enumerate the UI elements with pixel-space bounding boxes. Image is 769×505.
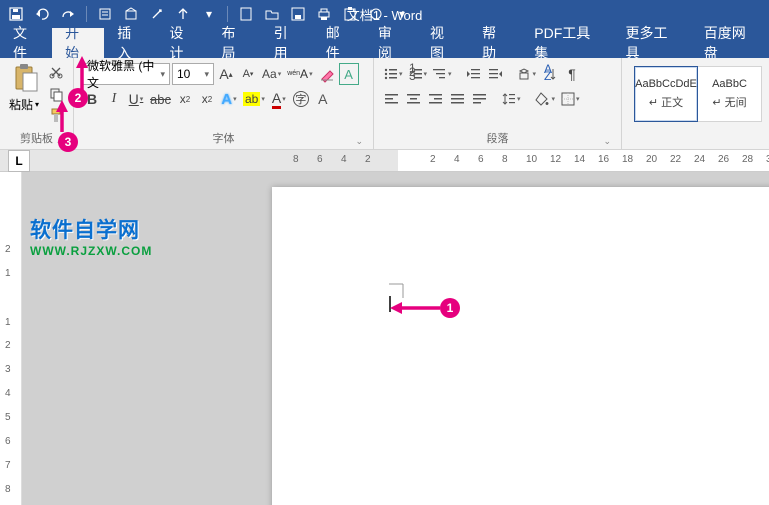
qat-icon-1[interactable] bbox=[95, 4, 115, 24]
workspace: 2112345678 软件自学网 WWW.RJZXW.COM 1 bbox=[0, 172, 769, 505]
style-preview: AaBbCcDdE bbox=[635, 78, 697, 90]
style-normal[interactable]: AaBbCcDdE ↵ 正文 bbox=[634, 66, 698, 122]
page[interactable] bbox=[272, 187, 769, 505]
style-name: ↵ 无间 bbox=[712, 94, 746, 110]
style-name: ↵ 正文 bbox=[649, 94, 683, 110]
tab-baidu[interactable]: 百度网盘 bbox=[691, 28, 769, 58]
annotation-arrow-2 bbox=[74, 58, 94, 98]
tab-pdf[interactable]: PDF工具集 bbox=[521, 28, 612, 58]
align-center-icon[interactable] bbox=[404, 88, 424, 110]
copy-icon[interactable] bbox=[46, 84, 66, 104]
underline-icon[interactable]: U bbox=[126, 88, 146, 110]
cut-icon[interactable] bbox=[46, 62, 66, 82]
svg-text:3: 3 bbox=[409, 69, 416, 83]
tab-review[interactable]: 审阅 bbox=[365, 28, 417, 58]
style-nospacing[interactable]: AaBbC ↵ 无间 bbox=[698, 66, 762, 122]
strike-icon[interactable]: abc bbox=[148, 88, 173, 110]
watermark-title: 软件自学网 bbox=[30, 214, 152, 244]
superscript-icon[interactable]: x2 bbox=[197, 88, 217, 110]
tab-view[interactable]: 视图 bbox=[417, 28, 469, 58]
tab-mailings[interactable]: 邮件 bbox=[313, 28, 365, 58]
tab-file[interactable]: 文件 bbox=[0, 28, 52, 58]
multilevel-icon[interactable] bbox=[431, 63, 454, 85]
tab-references[interactable]: 引用 bbox=[261, 28, 313, 58]
align-distribute-icon[interactable] bbox=[470, 88, 490, 110]
document-area[interactable]: 软件自学网 WWW.RJZXW.COM 1 bbox=[22, 172, 769, 505]
undo-icon[interactable] bbox=[32, 4, 52, 24]
borders-icon[interactable] bbox=[559, 88, 582, 110]
new-doc-icon[interactable] bbox=[236, 4, 256, 24]
qat-dd-icon[interactable]: ▾ bbox=[199, 4, 219, 24]
grow-font-icon[interactable]: A▴ bbox=[216, 63, 236, 85]
subscript-icon[interactable]: x2 bbox=[175, 88, 195, 110]
tab-home[interactable]: 开始 bbox=[52, 28, 104, 58]
paste-label: 粘贴 bbox=[9, 96, 33, 113]
annotation-arrow-1 bbox=[390, 300, 460, 316]
tab-design[interactable]: 设计 bbox=[156, 28, 208, 58]
asian-layout-icon[interactable] bbox=[516, 63, 539, 85]
indent-left-icon[interactable] bbox=[464, 63, 484, 85]
group-font: 微软雅黑 (中文▾ 10▾ A▴ A▾ Aa wénA A B I U abc … bbox=[74, 58, 374, 149]
align-right-icon[interactable] bbox=[426, 88, 446, 110]
qat-icon-2[interactable] bbox=[121, 4, 141, 24]
highlight-icon[interactable]: ab bbox=[241, 88, 267, 110]
shrink-font-icon[interactable]: A▾ bbox=[238, 63, 258, 85]
font-name-value: 微软雅黑 (中文 bbox=[87, 57, 160, 91]
group-paragraph: 123 AZ ¶ 段 bbox=[374, 58, 622, 149]
font-color-icon[interactable]: A bbox=[269, 88, 289, 110]
document-title: 文档1 - Word bbox=[347, 5, 423, 24]
change-case-icon[interactable]: Aa bbox=[260, 63, 283, 85]
sort-icon[interactable]: AZ bbox=[540, 63, 560, 85]
watermark-url: WWW.RJZXW.COM bbox=[30, 244, 152, 258]
show-marks-icon[interactable]: ¶ bbox=[562, 63, 582, 85]
tab-more[interactable]: 更多工具 bbox=[613, 28, 691, 58]
paste-button[interactable]: 粘贴▾ bbox=[4, 60, 44, 113]
horizontal-ruler[interactable]: 864224681012141618202224262830 bbox=[34, 150, 769, 171]
group-paragraph-label: 段落 bbox=[378, 128, 617, 149]
line-spacing-icon[interactable] bbox=[500, 88, 523, 110]
align-justify-icon[interactable] bbox=[448, 88, 468, 110]
ribbon-tabs: 文件 开始 插入 设计 布局 引用 邮件 审阅 视图 帮助 PDF工具集 更多工… bbox=[0, 28, 769, 58]
annotation-arrow-3 bbox=[54, 102, 74, 138]
save2-icon[interactable] bbox=[288, 4, 308, 24]
phonetic-icon[interactable]: wénA bbox=[285, 63, 314, 85]
qat-icon-4[interactable] bbox=[173, 4, 193, 24]
char-border-icon[interactable]: A bbox=[339, 63, 359, 85]
horizontal-ruler-area: L 864224681012141618202224262830 bbox=[0, 150, 769, 172]
char-shading-icon[interactable]: A bbox=[313, 88, 333, 110]
tab-selector[interactable]: L bbox=[8, 150, 30, 172]
font-name-combo[interactable]: 微软雅黑 (中文▾ bbox=[82, 63, 170, 85]
tab-insert[interactable]: 插入 bbox=[104, 28, 156, 58]
indent-right-icon[interactable] bbox=[486, 63, 506, 85]
numbering-icon[interactable]: 123 bbox=[407, 63, 430, 85]
font-size-value: 10 bbox=[177, 67, 190, 81]
italic-icon[interactable]: I bbox=[104, 88, 124, 110]
clear-format-icon[interactable] bbox=[317, 63, 337, 85]
style-preview: AaBbC bbox=[712, 78, 747, 90]
align-left-icon[interactable] bbox=[382, 88, 402, 110]
enclosed-char-icon[interactable]: 字 bbox=[291, 88, 311, 110]
watermark: 软件自学网 WWW.RJZXW.COM bbox=[30, 214, 152, 258]
tab-help[interactable]: 帮助 bbox=[469, 28, 521, 58]
qat-icon-3[interactable] bbox=[147, 4, 167, 24]
group-styles: AaBbCcDdE ↵ 正文 AaBbC ↵ 无间 bbox=[622, 58, 769, 149]
tab-layout[interactable]: 布局 bbox=[209, 28, 261, 58]
save-icon[interactable] bbox=[6, 4, 26, 24]
text-effects-icon[interactable]: A bbox=[219, 88, 239, 110]
redo-icon[interactable] bbox=[58, 4, 78, 24]
open-icon[interactable] bbox=[262, 4, 282, 24]
bullets-icon[interactable] bbox=[382, 63, 405, 85]
ribbon: 粘贴▾ 剪贴板 微软雅黑 (中文▾ 10▾ A▴ A▾ Aa wénA A bbox=[0, 58, 769, 150]
print-icon[interactable] bbox=[314, 4, 334, 24]
shading-icon[interactable] bbox=[533, 88, 558, 110]
group-font-label: 字体 bbox=[78, 128, 369, 149]
font-size-combo[interactable]: 10▾ bbox=[172, 63, 214, 85]
svg-text:Z: Z bbox=[544, 69, 551, 83]
vertical-ruler[interactable]: 2112345678 bbox=[0, 172, 22, 505]
